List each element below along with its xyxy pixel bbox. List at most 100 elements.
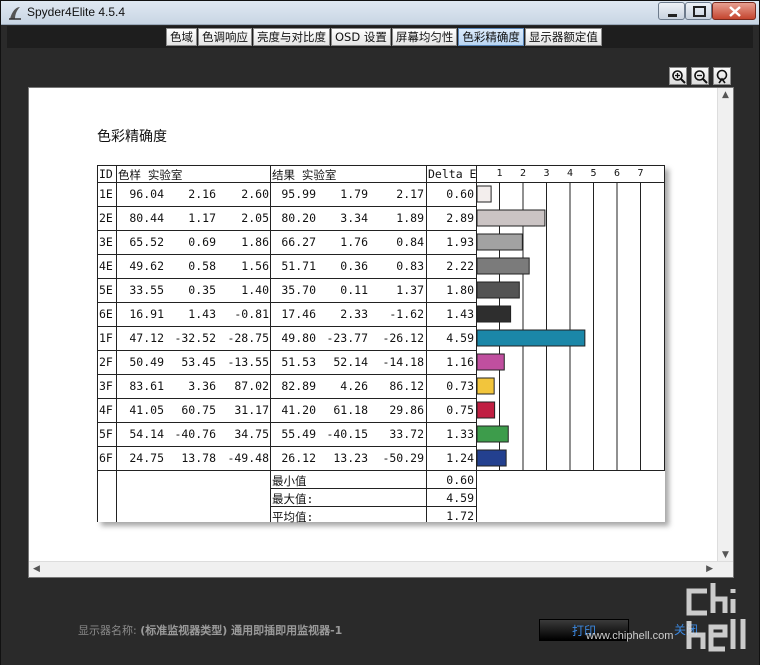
delta-e-bar bbox=[476, 377, 495, 395]
result-b: 33.72 bbox=[389, 427, 424, 441]
result-l: 55.49 bbox=[281, 427, 316, 441]
minimize-button[interactable] bbox=[658, 2, 685, 20]
result-b: 0.83 bbox=[396, 259, 424, 273]
delta-e-bar bbox=[476, 401, 496, 419]
row-id: 5E bbox=[99, 283, 113, 297]
result-l: 49.80 bbox=[281, 331, 316, 345]
delta-e-value: 1.93 bbox=[446, 235, 474, 249]
scroll-left-arrow[interactable]: ◀ bbox=[33, 564, 40, 574]
result-l: 82.89 bbox=[281, 379, 316, 393]
result-l: 80.20 bbox=[281, 211, 316, 225]
scale-tick-label: 1 bbox=[496, 168, 502, 179]
sample-a: 1.17 bbox=[188, 211, 216, 225]
sample-l: 65.52 bbox=[129, 235, 164, 249]
zoom-in-button[interactable] bbox=[669, 67, 687, 85]
vertical-scrollbar[interactable]: ▲ ▼ bbox=[717, 88, 733, 562]
result-b: 0.84 bbox=[396, 235, 424, 249]
sample-l: 47.12 bbox=[129, 331, 164, 345]
tab-2[interactable]: 亮度与对比度 bbox=[253, 28, 330, 46]
sample-b: 1.56 bbox=[241, 259, 269, 273]
delta-e-value: 0.75 bbox=[446, 403, 474, 417]
row-id: 5F bbox=[99, 427, 113, 441]
tab-6[interactable]: 显示器额定值 bbox=[524, 28, 602, 46]
monitor-name-value: (标准监视器类型) 通用即插即用监视器-1 bbox=[140, 624, 343, 637]
sample-b: 1.86 bbox=[241, 235, 269, 249]
tab-1[interactable]: 色调响应 bbox=[198, 28, 252, 46]
summary-label: 平均值: bbox=[272, 510, 314, 524]
report-title: 色彩精确度 bbox=[97, 129, 167, 145]
sample-b: -49.48 bbox=[227, 451, 269, 465]
row-id: 6F bbox=[99, 451, 113, 465]
result-l: 41.20 bbox=[281, 403, 316, 417]
scale-tick-label: 5 bbox=[590, 168, 596, 179]
sample-l: 49.62 bbox=[129, 259, 164, 273]
delta-e-value: 1.80 bbox=[446, 283, 474, 297]
result-a: 13.23 bbox=[333, 451, 368, 465]
result-a: -23.77 bbox=[326, 331, 368, 345]
sample-l: 16.91 bbox=[129, 307, 164, 321]
row-id: 1E bbox=[99, 187, 113, 201]
sample-l: 33.55 bbox=[129, 283, 164, 297]
monitor-name-label: 显示器名称: bbox=[78, 624, 137, 637]
watermark-url: www.chiphell.com bbox=[586, 630, 674, 642]
tab-0[interactable]: 色域 bbox=[166, 28, 197, 46]
scale-tick-label: 3 bbox=[543, 168, 549, 179]
delta-e-value: 0.60 bbox=[446, 187, 474, 201]
result-b: -26.12 bbox=[382, 331, 424, 345]
tab-4[interactable]: 屏幕均匀性 bbox=[391, 28, 458, 46]
result-b: 29.86 bbox=[389, 403, 424, 417]
delta-e-bar bbox=[476, 449, 507, 467]
sample-a: 0.69 bbox=[188, 235, 216, 249]
delta-e-bar bbox=[476, 329, 586, 347]
sample-a: -32.52 bbox=[174, 331, 216, 345]
delta-e-value: 1.24 bbox=[446, 451, 474, 465]
result-l: 51.53 bbox=[281, 355, 316, 369]
sample-a: 60.75 bbox=[181, 403, 216, 417]
result-b: -1.62 bbox=[389, 307, 424, 321]
sample-a: 2.16 bbox=[188, 187, 216, 201]
close-window-button[interactable] bbox=[712, 2, 756, 20]
result-b: -14.18 bbox=[382, 355, 424, 369]
summary-label: 最小值 bbox=[272, 474, 307, 488]
sample-b: 31.17 bbox=[234, 403, 269, 417]
result-a: 0.36 bbox=[340, 259, 368, 273]
zoom-out-button[interactable] bbox=[691, 67, 709, 85]
maximize-button[interactable] bbox=[685, 2, 712, 20]
summary-value: 4.59 bbox=[446, 491, 474, 505]
result-a: 0.11 bbox=[340, 283, 368, 297]
row-id: 1F bbox=[99, 331, 113, 345]
tab-3[interactable]: OSD 设置 bbox=[331, 28, 391, 46]
result-b: 1.89 bbox=[396, 211, 424, 225]
tab-bar: 色域 色调响应 亮度与对比度 OSD 设置 屏幕均匀性 色彩精确度 显示器额定值 bbox=[166, 28, 603, 46]
scroll-right-arrow[interactable]: ▶ bbox=[706, 564, 713, 574]
sample-b: -28.75 bbox=[227, 331, 269, 345]
header-sample-lab: 色样 实验室 bbox=[118, 168, 183, 182]
title-bar[interactable]: Spyder4Elite 4.5.4 bbox=[1, 1, 759, 25]
sample-l: 80.44 bbox=[129, 211, 164, 225]
delta-e-value: 2.89 bbox=[446, 211, 474, 225]
result-a: 3.34 bbox=[340, 211, 368, 225]
summary-value: 1.72 bbox=[446, 509, 474, 523]
sample-b: 2.05 bbox=[241, 211, 269, 225]
result-l: 66.27 bbox=[281, 235, 316, 249]
result-b: 86.12 bbox=[389, 379, 424, 393]
delta-e-value: 2.22 bbox=[446, 259, 474, 273]
delta-e-value: 1.43 bbox=[446, 307, 474, 321]
result-l: 35.70 bbox=[281, 283, 316, 297]
sample-b: 2.60 bbox=[241, 187, 269, 201]
sample-b: 1.40 bbox=[241, 283, 269, 297]
zoom-fit-button[interactable] bbox=[713, 67, 731, 85]
sample-b: -0.81 bbox=[234, 307, 269, 321]
tab-5[interactable]: 色彩精确度 bbox=[458, 28, 524, 46]
scale-tick-label: 2 bbox=[520, 168, 526, 179]
scroll-up-arrow[interactable]: ▲ bbox=[722, 90, 729, 100]
horizontal-scrollbar[interactable]: ◀ ▶ bbox=[29, 561, 733, 577]
scroll-down-arrow[interactable]: ▼ bbox=[722, 550, 729, 560]
monitor-name: 显示器名称: (标准监视器类型) 通用即插即用监视器-1 bbox=[78, 622, 342, 638]
row-id: 6E bbox=[99, 307, 113, 321]
sample-l: 54.14 bbox=[129, 427, 164, 441]
minimize-icon bbox=[668, 14, 677, 17]
scale-tick-label: 6 bbox=[614, 168, 620, 179]
result-a: 61.18 bbox=[333, 403, 368, 417]
sample-a: 3.36 bbox=[188, 379, 216, 393]
